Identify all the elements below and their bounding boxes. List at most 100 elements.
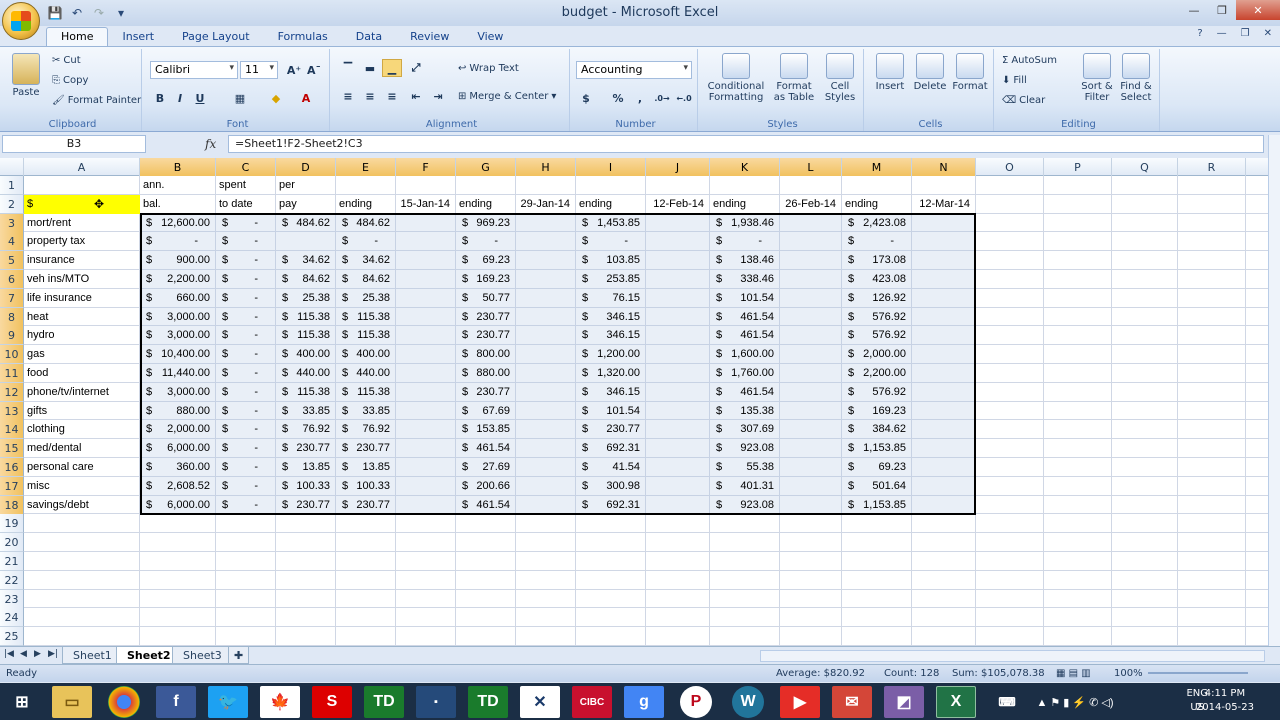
cell-d[interactable]: $400.00 — [279, 345, 335, 363]
tab-view[interactable]: View — [463, 28, 517, 46]
cell-b[interactable]: $2,608.52 — [143, 477, 215, 495]
column-header-r[interactable]: R — [1178, 158, 1246, 176]
horizontal-scrollbar[interactable] — [760, 650, 1265, 662]
autosum-button[interactable]: Σ AutoSum — [1002, 55, 1057, 66]
cell-d[interactable]: $84.62 — [279, 270, 335, 288]
office-button[interactable] — [2, 2, 40, 40]
decrease-indent-icon[interactable]: ⇤ — [406, 87, 426, 105]
cell-m[interactable]: $576.92 — [845, 308, 911, 326]
vertical-scrollbar[interactable] — [1268, 135, 1280, 665]
cell-k[interactable]: $135.38 — [713, 402, 779, 420]
tab-formulas[interactable]: Formulas — [264, 28, 342, 46]
cell-g[interactable]: $800.00 — [459, 345, 515, 363]
cell-g[interactable]: $67.69 — [459, 402, 515, 420]
cell-d[interactable]: $33.85 — [279, 402, 335, 420]
row-label[interactable]: life insurance — [27, 289, 139, 307]
cell-g[interactable]: $50.77 — [459, 289, 515, 307]
youtube-icon[interactable]: ▶ — [780, 686, 820, 718]
cell-m[interactable]: $1,153.85 — [845, 439, 911, 457]
x-app-icon[interactable]: ✕ — [520, 686, 560, 718]
row-header-1[interactable]: 1 — [0, 176, 24, 195]
cell-e[interactable]: $115.38 — [339, 326, 395, 344]
row-label[interactable]: med/dental — [27, 439, 139, 457]
italic-icon[interactable]: I — [170, 89, 190, 107]
sheet-tab-sheet3[interactable]: Sheet3 — [172, 647, 233, 664]
row-label[interactable]: gas — [27, 345, 139, 363]
column-header-i[interactable]: I — [576, 158, 646, 176]
cell-b[interactable]: $3,000.00 — [143, 308, 215, 326]
wordpress-icon[interactable]: W — [732, 686, 764, 718]
delete-cells-button[interactable]: Delete — [910, 53, 950, 92]
cell-g[interactable]: $153.85 — [459, 420, 515, 438]
cell-e[interactable]: $484.62 — [339, 214, 395, 232]
cell-g[interactable]: $69.23 — [459, 251, 515, 269]
row-header-20[interactable]: 20 — [0, 533, 24, 553]
column-header-m[interactable]: M — [842, 158, 912, 176]
decrease-decimal-icon[interactable]: ←.0 — [674, 89, 694, 107]
cell-c[interactable]: $ - — [219, 364, 275, 382]
app-icon[interactable]: ▪ — [416, 686, 456, 718]
cell-c[interactable]: $ - — [219, 458, 275, 476]
cell-d[interactable]: $440.00 — [279, 364, 335, 382]
view-buttons-icon[interactable]: ▦ ▤ ▥ — [1056, 668, 1091, 679]
row-label[interactable]: insurance — [27, 251, 139, 269]
workbook-restore-button[interactable]: ❐ — [1241, 28, 1250, 39]
row-header-25[interactable]: 25 — [0, 627, 24, 646]
cell-k[interactable]: $338.46 — [713, 270, 779, 288]
column-header-j[interactable]: J — [646, 158, 710, 176]
merge-center-button[interactable]: ⊞ Merge & Center ▾ — [458, 91, 556, 102]
cell-g[interactable]: $880.00 — [459, 364, 515, 382]
cell-m[interactable]: $384.62 — [845, 420, 911, 438]
clock[interactable]: 4:11 PM 2014-05-23 — [1196, 687, 1254, 715]
system-tray-icons[interactable]: ▲ ⚑ ▮ ⚡ ✆ ◁) — [1030, 686, 1120, 718]
row-header-8[interactable]: 8 — [0, 307, 24, 327]
cell-g[interactable]: $27.69 — [459, 458, 515, 476]
cut-button[interactable]: ✂ Cut — [52, 55, 81, 66]
cell-k[interactable]: $1,760.00 — [713, 364, 779, 382]
cell-c[interactable]: $ - — [219, 383, 275, 401]
select-all-corner[interactable] — [0, 158, 24, 176]
header-cell-f2[interactable]: 15-Jan-14 — [399, 195, 455, 213]
cell-e[interactable]: $230.77 — [339, 439, 395, 457]
row-header-2[interactable]: 2 — [0, 194, 24, 214]
cell-e[interactable]: $115.38 — [339, 308, 395, 326]
underline-icon[interactable]: U — [190, 89, 210, 107]
cell-b[interactable]: $6,000.00 — [143, 496, 215, 514]
chrome-icon[interactable] — [108, 686, 140, 718]
cell-i[interactable]: $ - — [579, 232, 645, 250]
row-header-7[interactable]: 7 — [0, 288, 24, 308]
font-color-icon[interactable]: A — [296, 89, 316, 107]
excel-taskbar-icon[interactable]: X — [936, 686, 976, 718]
cell-b[interactable]: $360.00 — [143, 458, 215, 476]
row-header-16[interactable]: 16 — [0, 458, 24, 477]
row-label[interactable]: hydro — [27, 326, 139, 344]
header-cell-j2[interactable]: 12-Feb-14 — [649, 195, 709, 213]
cell-b[interactable]: $880.00 — [143, 402, 215, 420]
align-left-icon[interactable]: ≡ — [338, 87, 358, 105]
align-middle-icon[interactable]: ▬ — [360, 59, 380, 77]
cell-k[interactable]: $461.54 — [713, 326, 779, 344]
cell-k[interactable]: $461.54 — [713, 308, 779, 326]
cell-styles-button[interactable]: Cell Styles — [820, 53, 860, 103]
header-cell-m2[interactable]: ending — [845, 195, 911, 213]
cell-i[interactable]: $346.15 — [579, 308, 645, 326]
column-header-p[interactable]: P — [1044, 158, 1112, 176]
cell-d[interactable]: $115.38 — [279, 383, 335, 401]
cell-d[interactable]: $76.92 — [279, 420, 335, 438]
cell-c[interactable]: $ - — [219, 477, 275, 495]
app-2-icon[interactable]: ◩ — [884, 686, 924, 718]
row-label[interactable]: food — [27, 364, 139, 382]
row-label[interactable]: mort/rent — [27, 214, 139, 232]
first-sheet-icon[interactable]: |◀ — [4, 649, 14, 659]
cell-e[interactable]: $ - — [339, 232, 395, 250]
cell-i[interactable]: $346.15 — [579, 383, 645, 401]
cell-k[interactable]: $55.38 — [713, 458, 779, 476]
copy-button[interactable]: ⎘ Copy — [52, 75, 88, 86]
cell-i[interactable]: $1,200.00 — [579, 345, 645, 363]
row-label[interactable]: misc — [27, 477, 139, 495]
cell-i[interactable]: $1,453.85 — [579, 214, 645, 232]
row-header-13[interactable]: 13 — [0, 401, 24, 421]
cell-e[interactable]: $33.85 — [339, 402, 395, 420]
cell-g[interactable]: $169.23 — [459, 270, 515, 288]
fill-color-icon[interactable]: ◆ — [266, 89, 286, 107]
